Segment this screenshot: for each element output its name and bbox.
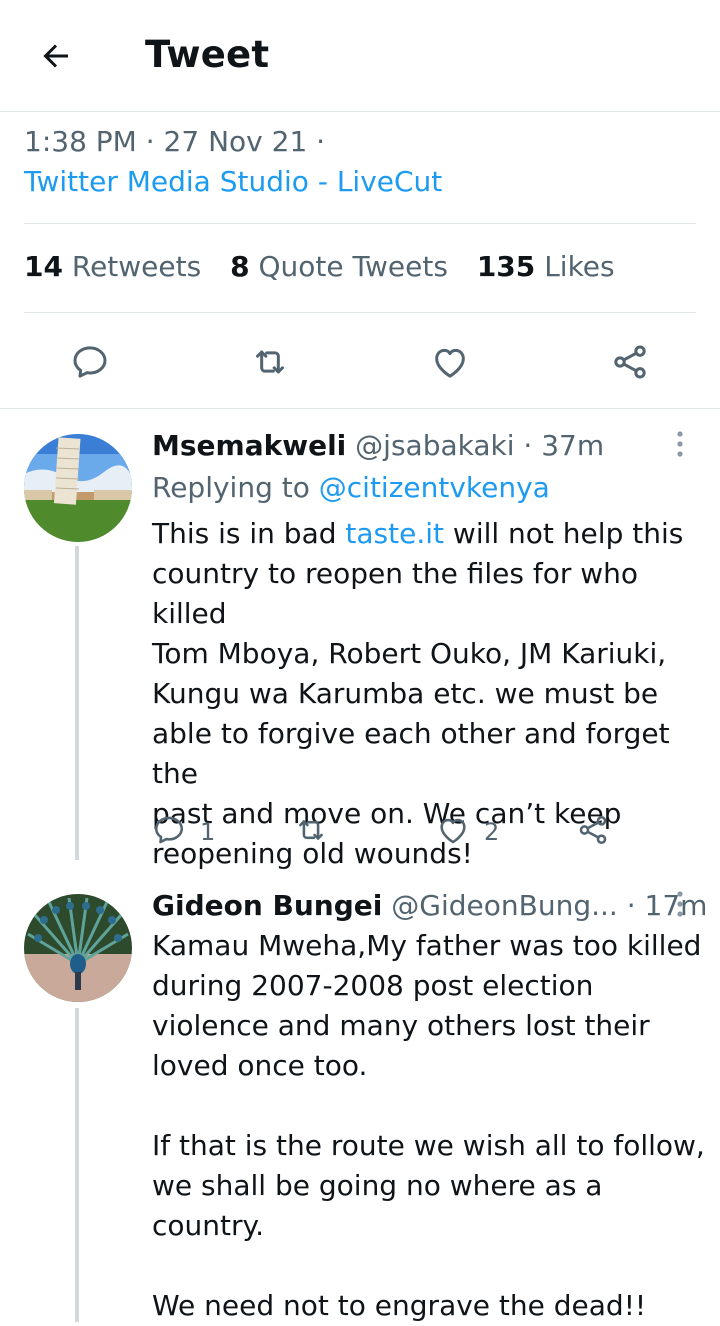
- divider: [0, 408, 720, 409]
- share-icon[interactable]: [606, 338, 654, 386]
- more-vertical-icon: [676, 890, 684, 922]
- divider: [24, 223, 696, 224]
- thread-line: [75, 546, 79, 860]
- retweet-icon: [294, 813, 328, 851]
- reply-header: Msemakweli @jsabakaki · 37m: [152, 429, 605, 462]
- back-button[interactable]: [24, 30, 88, 86]
- more-vertical-icon: [676, 430, 684, 462]
- tweet-date: 27 Nov 21: [163, 125, 308, 158]
- author-name[interactable]: Gideon Bungei: [152, 889, 382, 922]
- like-button[interactable]: 2: [436, 808, 499, 856]
- author-handle[interactable]: @jsabakaki: [355, 429, 514, 462]
- inline-link[interactable]: taste.it: [345, 517, 444, 550]
- tweet-source-link[interactable]: Twitter Media Studio - LiveCut: [24, 162, 696, 202]
- heart-icon: [436, 813, 470, 851]
- mention-link[interactable]: @citizentvkenya: [319, 471, 550, 504]
- share-icon: [576, 813, 610, 851]
- reply-header: Gideon Bungei @GideonBung... · 17m: [152, 889, 708, 922]
- avatar[interactable]: [24, 434, 132, 542]
- author-name[interactable]: Msemakweli: [152, 429, 346, 462]
- more-button[interactable]: [668, 426, 692, 466]
- tweet-time: 1:38 PM: [24, 125, 137, 158]
- reply-action-bar: 1 2: [152, 808, 652, 856]
- page-title: Tweet: [145, 33, 270, 76]
- likes-stat[interactable]: 135 Likes: [477, 250, 615, 283]
- tweet-stats: 14 Retweets 8 Quote Tweets 135 Likes: [24, 247, 635, 287]
- tweet-meta: 1:38 PM · 27 Nov 21 · Twitter Media Stud…: [24, 122, 696, 202]
- heart-icon[interactable]: [426, 338, 474, 386]
- divider: [24, 312, 696, 313]
- reply-icon[interactable]: [66, 338, 114, 386]
- tweet-action-bar: [0, 330, 720, 394]
- retweets-stat[interactable]: 14 Retweets: [24, 250, 201, 283]
- reply-text: Kamau Mweha,My father was too killed dur…: [152, 929, 705, 1322]
- thread-line: [75, 1008, 79, 1322]
- retweet-button[interactable]: [294, 808, 342, 856]
- reply-time: 37m: [541, 429, 605, 462]
- reply-button[interactable]: 1: [152, 808, 215, 856]
- reply-count: 1: [200, 818, 216, 846]
- more-button[interactable]: [668, 886, 692, 926]
- author-handle[interactable]: @GideonBung...: [391, 889, 618, 922]
- reply-icon: [152, 813, 186, 851]
- arrow-left-icon: [38, 38, 74, 78]
- like-count: 2: [484, 818, 500, 846]
- quote-tweets-stat[interactable]: 8 Quote Tweets: [230, 250, 448, 283]
- avatar[interactable]: [24, 894, 132, 1002]
- replying-to: Replying to @citizentvkenya: [152, 471, 550, 504]
- timestamp-line: 1:38 PM · 27 Nov 21 ·: [24, 125, 326, 158]
- top-bar: Tweet: [0, 0, 720, 112]
- retweet-icon[interactable]: [246, 338, 294, 386]
- share-button[interactable]: [576, 808, 610, 856]
